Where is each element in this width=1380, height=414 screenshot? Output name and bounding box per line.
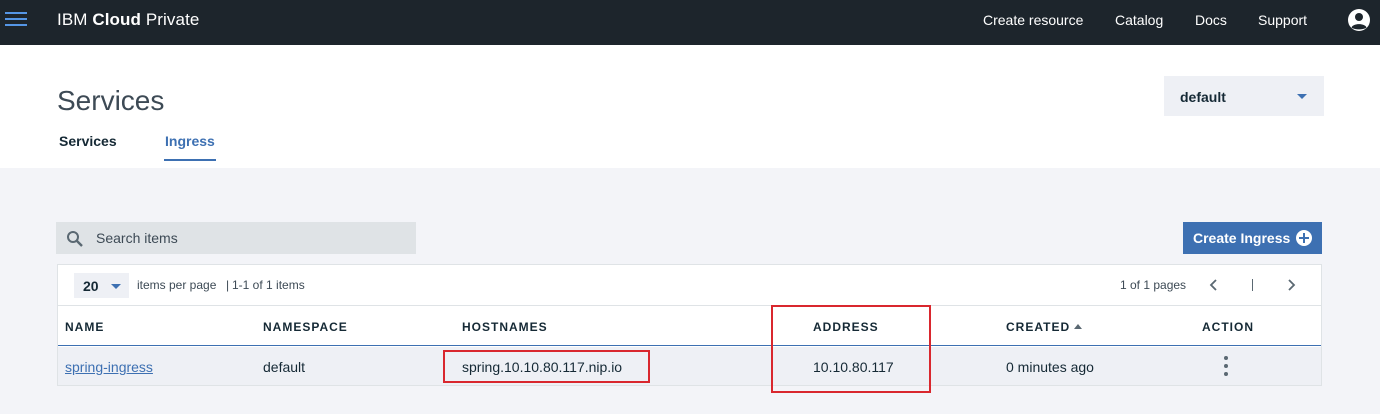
nav-support[interactable]: Support: [1258, 12, 1307, 28]
pager-separator: [1252, 279, 1253, 291]
nav-catalog[interactable]: Catalog: [1115, 12, 1163, 28]
table-row: spring-ingress default spring.10.10.80.1…: [58, 347, 1321, 385]
create-ingress-label: Create Ingress: [1193, 230, 1291, 246]
caret-down-icon: [1297, 94, 1307, 99]
column-header-name[interactable]: NAME: [65, 320, 104, 334]
namespace-dropdown[interactable]: default: [1164, 76, 1324, 116]
nav-docs[interactable]: Docs: [1195, 12, 1227, 28]
search-input[interactable]: [96, 222, 406, 254]
row-address: 10.10.80.117: [813, 359, 894, 375]
pager-divider: |: [226, 278, 230, 292]
column-header-action: ACTION: [1202, 320, 1254, 334]
sort-ascending-icon: [1074, 324, 1083, 329]
row-created: 0 minutes ago: [1006, 359, 1094, 375]
chevron-right-icon[interactable]: [1283, 277, 1299, 293]
active-tab-indicator: [164, 159, 216, 161]
tab-ingress[interactable]: Ingress: [165, 133, 215, 149]
pages-count: 1 of 1 pages: [1120, 278, 1187, 292]
menu-icon[interactable]: [5, 10, 27, 28]
table-header: NAME NAMESPACE HOSTNAMES ADDRESS CREATED…: [58, 306, 1321, 346]
ingress-name-link[interactable]: spring-ingress: [65, 359, 153, 375]
user-avatar-icon[interactable]: [1347, 8, 1371, 32]
app-brand[interactable]: IBM Cloud Private: [57, 10, 199, 30]
items-per-page-label: items per page: [137, 278, 217, 292]
row-hostnames: spring.10.10.80.117.nip.io: [462, 359, 623, 375]
tab-services[interactable]: Services: [59, 133, 117, 149]
add-circle-icon: [1296, 230, 1312, 246]
items-range: 1-1 of 1 items: [232, 278, 305, 292]
pagination-bar: 20 items per page | 1-1 of 1 items 1 of …: [58, 265, 1321, 306]
column-header-created[interactable]: CREATED: [1006, 320, 1083, 334]
column-header-namespace[interactable]: NAMESPACE: [263, 320, 348, 334]
ingress-table: 20 items per page | 1-1 of 1 items 1 of …: [57, 264, 1322, 386]
page-title: Services: [57, 85, 165, 116]
items-per-page-select[interactable]: 20: [74, 273, 129, 298]
column-header-created-label: CREATED: [1006, 320, 1071, 334]
namespace-value: default: [1180, 89, 1226, 105]
page-header: Services Services Ingress default: [0, 45, 1380, 168]
top-nav-bar: IBM Cloud Private Create resource Catalo…: [0, 0, 1380, 45]
overflow-menu-icon[interactable]: [1218, 355, 1234, 377]
caret-down-icon: [111, 284, 121, 289]
create-ingress-button[interactable]: Create Ingress: [1183, 222, 1322, 254]
chevron-left-icon[interactable]: [1206, 277, 1222, 293]
row-namespace: default: [263, 359, 306, 375]
items-per-page-value: 20: [83, 278, 99, 294]
search-icon: [67, 231, 83, 247]
column-header-hostnames[interactable]: HOSTNAMES: [462, 320, 548, 334]
search-bar[interactable]: [56, 222, 416, 254]
column-header-address[interactable]: ADDRESS: [813, 320, 879, 334]
nav-create-resource[interactable]: Create resource: [983, 12, 1083, 28]
